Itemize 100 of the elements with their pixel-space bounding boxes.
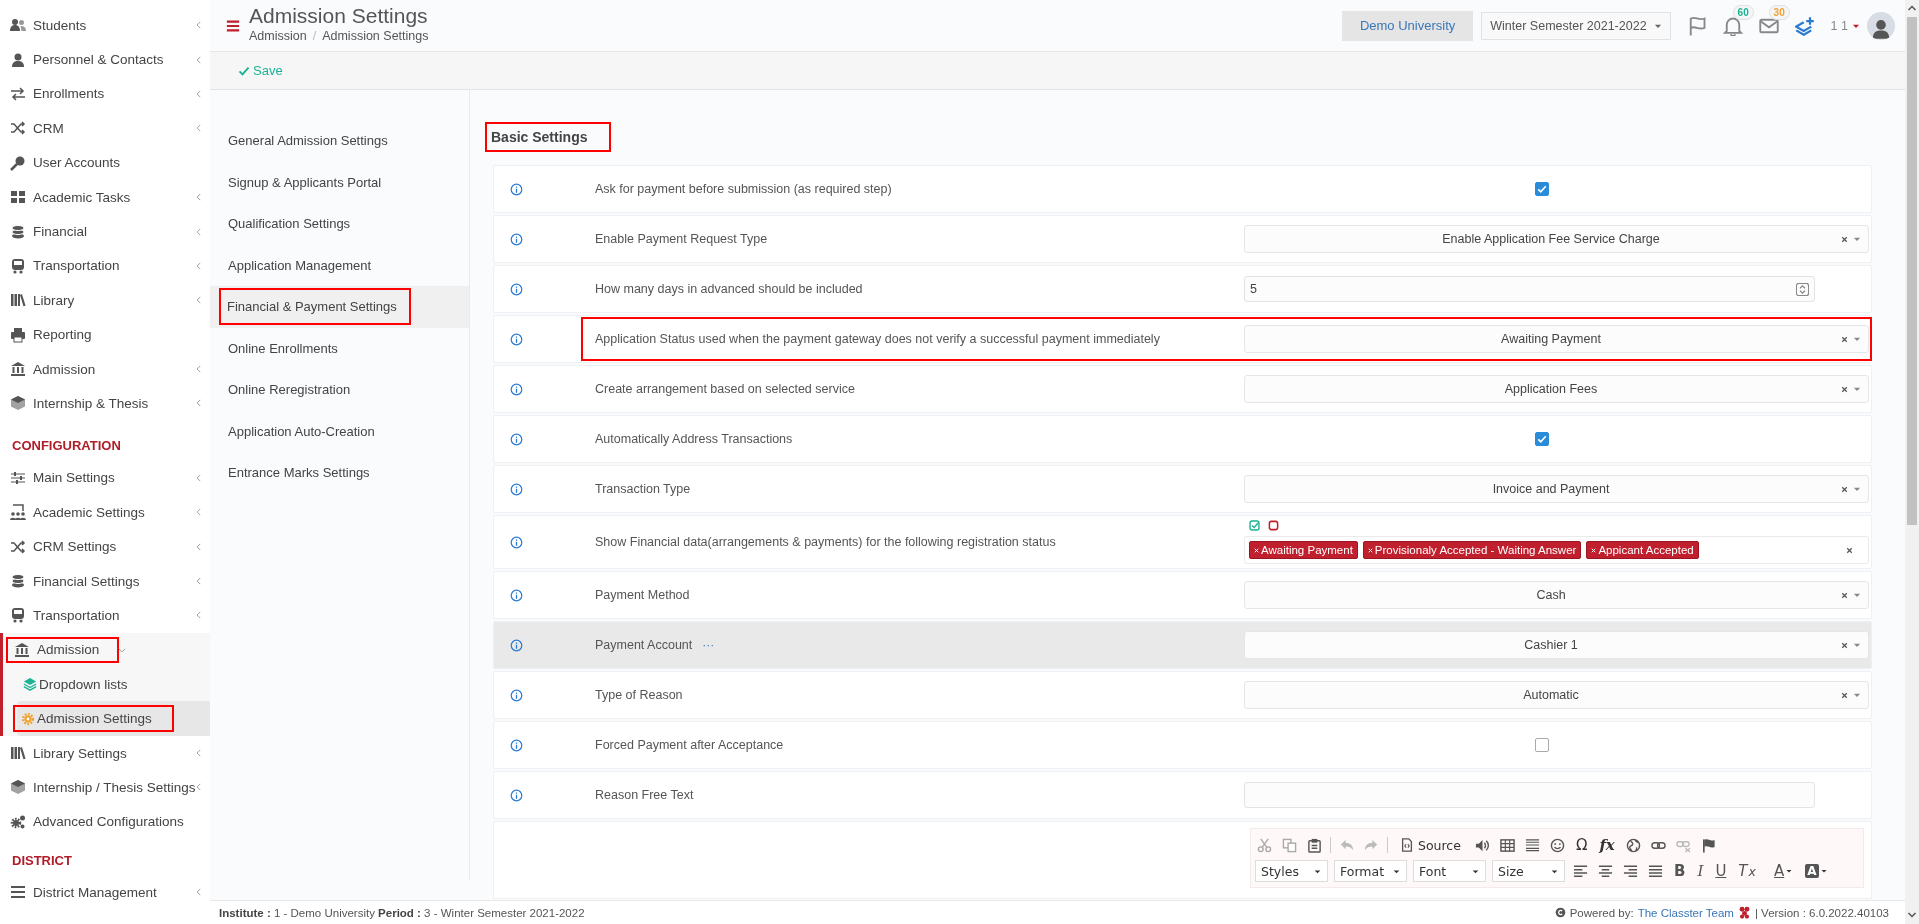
select-field[interactable]: Cash <box>1244 581 1869 609</box>
paste-icon[interactable] <box>1307 837 1322 853</box>
deselect-all-icon[interactable] <box>1268 520 1279 531</box>
remove-icon[interactable] <box>1253 546 1260 554</box>
background-color-button[interactable]: A <box>1802 864 1831 878</box>
number-field[interactable]: 5 <box>1244 276 1815 302</box>
bold-button[interactable]: B <box>1671 862 1689 880</box>
info-icon[interactable] <box>510 688 523 702</box>
align-center-icon[interactable] <box>1598 863 1613 879</box>
sidebar-item[interactable]: Library <box>0 283 210 318</box>
sidebar-item[interactable]: Admission <box>3 632 210 668</box>
settings-tab[interactable]: General Admission Settings <box>210 120 469 162</box>
institution-label[interactable]: Demo University <box>1341 10 1474 41</box>
period-select[interactable]: Winter Semester 2021-2022 <box>1481 11 1671 40</box>
info-icon[interactable] <box>510 232 523 246</box>
bell-icon[interactable] <box>1722 15 1743 36</box>
status-tag[interactable]: Awaiting Payment <box>1249 541 1358 559</box>
select-field[interactable]: Automatic <box>1244 681 1869 709</box>
sidebar-item[interactable]: Financial <box>0 214 210 249</box>
info-icon[interactable] <box>510 182 523 196</box>
team-link[interactable]: The Classter Team <box>1637 906 1734 919</box>
settings-tab[interactable]: Online Enrollments <box>210 327 469 369</box>
special-character-button[interactable]: Ω <box>1572 836 1591 854</box>
italic-button[interactable]: I <box>1694 862 1707 880</box>
editor-dropdown[interactable]: Size <box>1492 860 1565 882</box>
align-left-icon[interactable] <box>1573 863 1588 879</box>
clear-icon[interactable] <box>1840 690 1849 700</box>
settings-tab[interactable]: Entrance Marks Settings <box>210 452 469 494</box>
align-right-icon[interactable] <box>1623 863 1638 879</box>
sidebar-item[interactable]: Advanced Configurations <box>0 804 210 839</box>
cut-icon[interactable] <box>1257 837 1272 853</box>
sidebar-item[interactable]: Students <box>0 8 210 43</box>
select-field[interactable]: Awaiting Payment <box>1244 325 1869 353</box>
sidebar-item[interactable]: Academic Settings <box>0 495 210 530</box>
source-button[interactable]: Source <box>1394 837 1467 853</box>
checkbox[interactable] <box>1534 432 1549 446</box>
clear-icon[interactable] <box>1840 590 1849 600</box>
sidebar-item[interactable]: Admission <box>0 351 210 387</box>
text-field[interactable] <box>1244 782 1815 808</box>
clear-icon[interactable] <box>1840 384 1849 394</box>
menu-icon[interactable] <box>226 18 240 33</box>
breadcrumb-link[interactable]: Admission <box>249 28 307 43</box>
select-field[interactable]: Invoice and Payment <box>1244 475 1869 503</box>
info-icon[interactable] <box>510 382 523 396</box>
select-field[interactable]: Cashier 1 <box>1244 631 1869 659</box>
layers-plus-icon[interactable] <box>1794 15 1815 36</box>
info-icon[interactable] <box>510 332 523 346</box>
sidebar-item[interactable]: Main Settings <box>0 460 210 496</box>
info-icon[interactable] <box>510 432 523 446</box>
sidebar-item[interactable]: Internship & Thesis <box>0 386 210 421</box>
sidebar-item[interactable]: Library Settings <box>0 735 210 771</box>
sidebar-item[interactable]: Enrollments <box>0 76 210 112</box>
checkbox[interactable] <box>1534 182 1549 196</box>
flag-icon[interactable] <box>1700 837 1716 853</box>
settings-tab[interactable]: Qualification Settings <box>210 203 469 245</box>
editor-dropdown[interactable]: Format <box>1334 860 1407 882</box>
status-tag[interactable]: Appicant Accepted <box>1586 541 1699 559</box>
table-icon[interactable] <box>1499 837 1515 853</box>
underline-button[interactable]: U <box>1712 862 1730 880</box>
select-field[interactable]: Application Fees <box>1244 375 1869 403</box>
settings-tab[interactable]: Online Reregistration <box>210 369 469 411</box>
sidebar-item[interactable]: CRM <box>0 111 210 146</box>
clear-icon[interactable] <box>1840 640 1849 650</box>
info-icon[interactable] <box>510 638 523 652</box>
globe-icon[interactable] <box>1625 837 1641 853</box>
settings-tab[interactable]: Application Auto-Creation <box>210 410 469 452</box>
user-menu[interactable]: 1 1 <box>1830 18 1861 33</box>
checkbox[interactable] <box>1534 738 1549 752</box>
settings-tab[interactable]: Application Management <box>210 244 469 286</box>
editor-dropdown[interactable]: Styles <box>1255 860 1328 882</box>
editor-dropdown[interactable]: Font <box>1413 860 1486 882</box>
smiley-icon[interactable] <box>1549 837 1565 853</box>
info-icon[interactable] <box>510 482 523 496</box>
sidebar-item[interactable]: Reporting <box>0 317 210 352</box>
sidebar-item[interactable]: Personnel & Contacts <box>0 42 210 77</box>
info-icon[interactable] <box>510 738 523 752</box>
sidebar-item[interactable]: User Accounts <box>0 145 210 180</box>
info-icon[interactable] <box>510 788 523 802</box>
settings-tab[interactable]: Financial & Payment Settings <box>210 286 469 328</box>
clear-icon[interactable] <box>1840 484 1849 494</box>
multi-select-field[interactable]: Awaiting Payment Provisionaly Accepted - Waiting Answer Appicant Accepted <box>1244 536 1869 564</box>
sidebar-item[interactable]: Transportation <box>0 598 210 633</box>
text-color-button[interactable]: A <box>1770 862 1797 880</box>
info-icon[interactable] <box>510 588 523 602</box>
formula-button[interactable]: fx <box>1596 836 1618 854</box>
spinner-icon[interactable] <box>1796 282 1809 296</box>
status-tag[interactable]: Provisionaly Accepted - Waiting Answer <box>1362 541 1582 559</box>
select-field[interactable]: Enable Application Fee Service Charge <box>1244 225 1869 253</box>
copy-icon[interactable] <box>1282 837 1297 853</box>
avatar[interactable] <box>1867 11 1895 40</box>
info-icon[interactable] <box>510 535 523 549</box>
scrollbar-drawing[interactable] <box>1905 0 1919 924</box>
speaker-icon[interactable] <box>1474 837 1490 853</box>
lines-icon[interactable] <box>1524 837 1540 853</box>
clear-icon[interactable] <box>1840 334 1849 344</box>
sidebar-item[interactable]: Financial Settings <box>0 563 210 599</box>
remove-icon[interactable] <box>1590 546 1598 554</box>
more-link[interactable]: ··· <box>702 638 715 652</box>
remove-icon[interactable] <box>1366 546 1374 554</box>
clear-icon[interactable] <box>1840 234 1849 244</box>
